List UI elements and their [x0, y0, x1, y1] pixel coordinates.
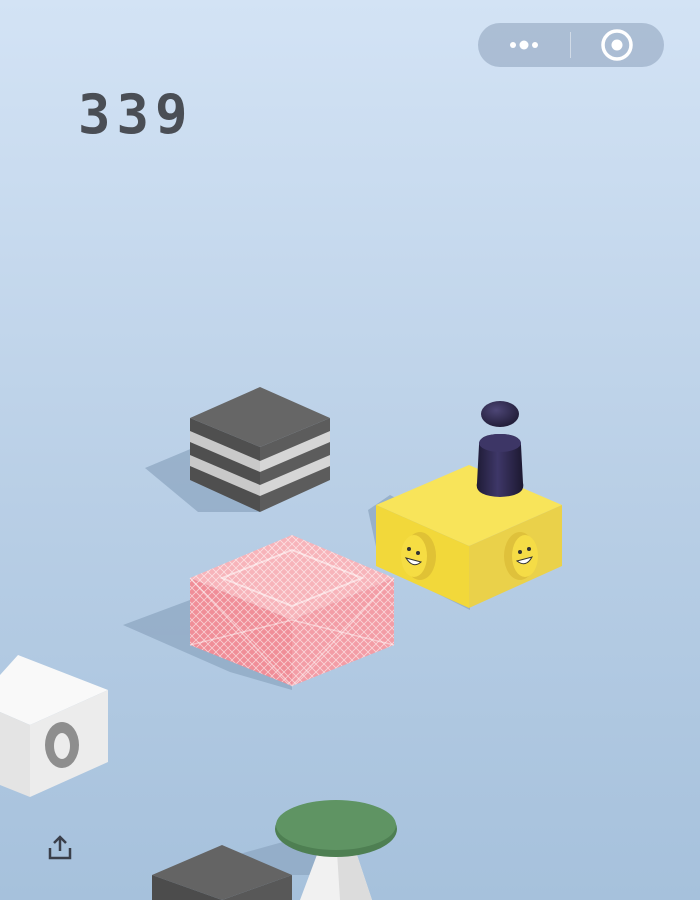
white-ring-block — [0, 655, 108, 797]
player-piece — [476, 401, 524, 497]
yellow-smiley-block — [376, 465, 562, 608]
share-button[interactable] — [44, 832, 76, 864]
smiley-face-icon — [401, 532, 436, 580]
game-scene[interactable] — [0, 0, 700, 900]
share-upload-icon — [48, 835, 72, 860]
